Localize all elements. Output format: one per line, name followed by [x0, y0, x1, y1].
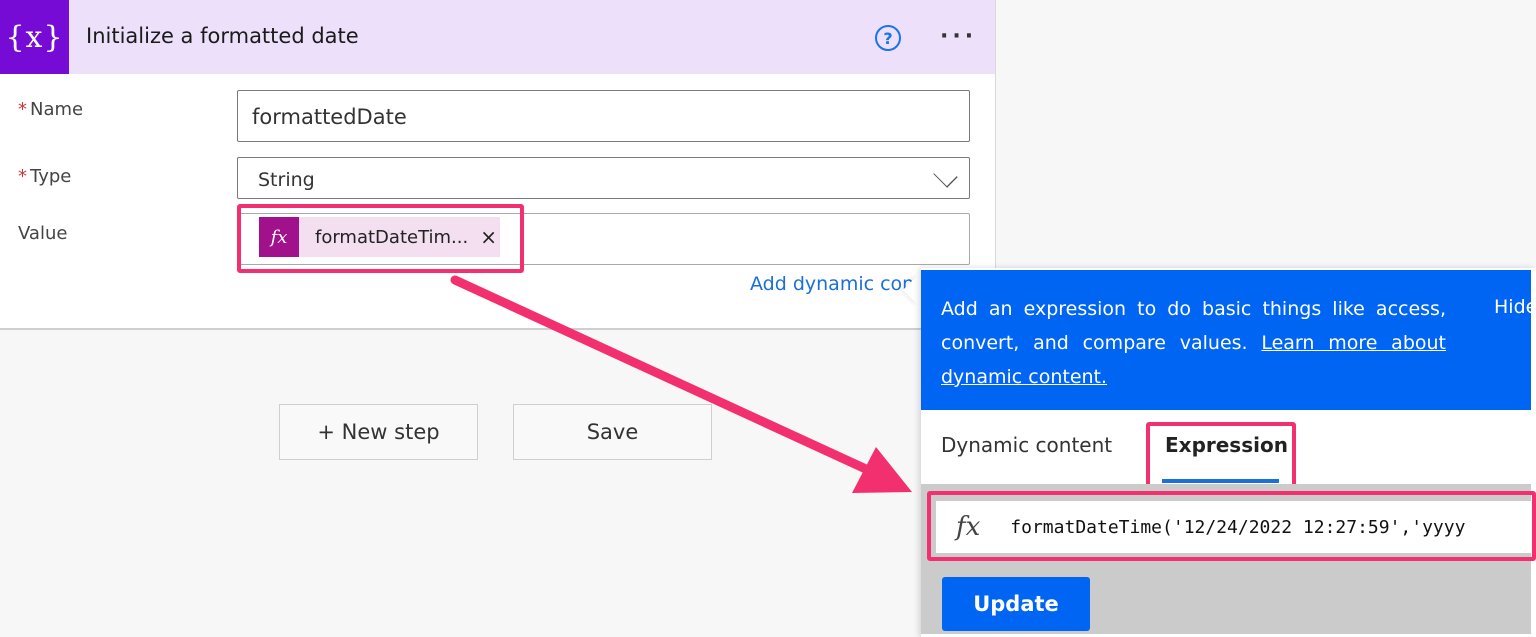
type-select[interactable]: String: [237, 157, 970, 199]
chevron-down-icon: [933, 163, 958, 188]
arrow-head: [852, 447, 912, 493]
tab-highlight-box: [1146, 422, 1296, 491]
expression-highlight-box: [927, 491, 1536, 561]
update-button[interactable]: Update: [942, 577, 1090, 631]
info-text: Add an expression to do basic things lik…: [941, 292, 1446, 394]
ellipsis-icon[interactable]: ···: [940, 24, 977, 49]
card-title: Initialize a formatted date: [86, 24, 359, 48]
name-label-text: Name: [30, 99, 84, 120]
tab-dynamic-content[interactable]: Dynamic content: [941, 433, 1112, 457]
save-button[interactable]: Save: [513, 404, 712, 460]
type-select-value: String: [258, 169, 315, 191]
type-label: * Type: [18, 166, 71, 187]
new-step-button[interactable]: + New step: [279, 404, 478, 460]
value-label: Value: [18, 223, 68, 244]
hide-button[interactable]: Hide: [1494, 296, 1536, 318]
info-banner: Add an expression to do basic things lik…: [921, 270, 1536, 410]
name-input[interactable]: formattedDate: [237, 90, 970, 142]
add-dynamic-content-link[interactable]: Add dynamic content: [750, 273, 915, 295]
value-highlight-box: [237, 204, 524, 273]
card-header[interactable]: {x} Initialize a formatted date ? ···: [0, 0, 995, 74]
type-label-text: Type: [30, 166, 72, 187]
action-card: {x} Initialize a formatted date ? ··· * N…: [0, 0, 996, 330]
question-circle-icon[interactable]: ?: [875, 25, 901, 51]
required-mark: *: [18, 99, 27, 120]
required-mark: *: [18, 166, 27, 187]
variable-braces-icon: {x}: [0, 0, 69, 74]
name-label: * Name: [18, 99, 83, 120]
